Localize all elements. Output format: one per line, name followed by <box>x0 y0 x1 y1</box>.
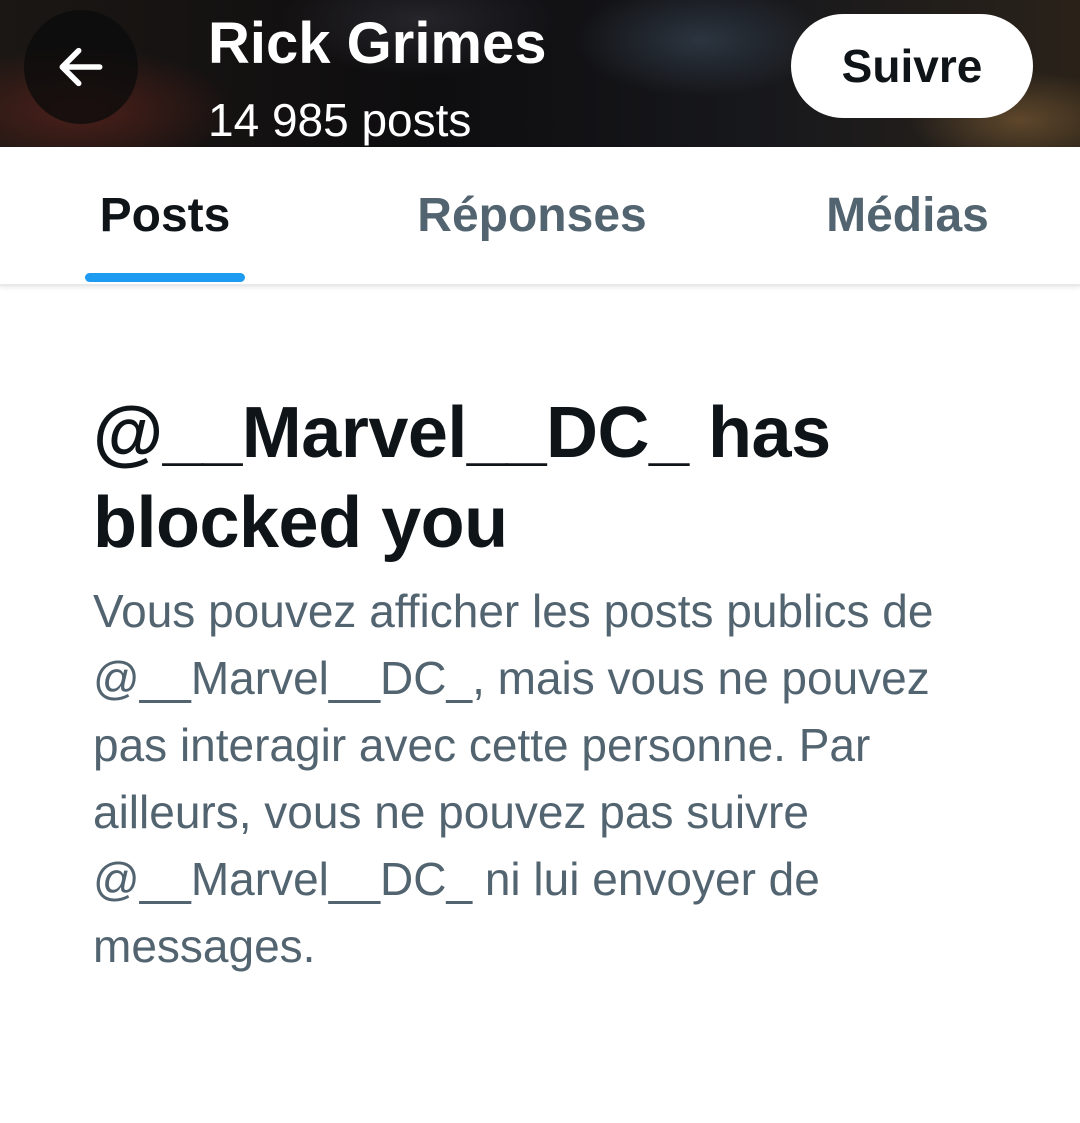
arrow-left-icon <box>59 47 103 87</box>
active-tab-indicator <box>85 273 245 282</box>
tab-posts[interactable]: Posts <box>70 147 260 284</box>
blocked-title: @__Marvel__DC_ has blocked you <box>93 393 831 563</box>
blocked-description: Vous pouvez afficher les posts publics d… <box>93 585 934 972</box>
blocked-notice: @__Marvel__DC_ has blocked you Vous pouv… <box>93 388 993 980</box>
profile-tabs: Posts Réponses Médias <box>0 147 1080 286</box>
follow-button[interactable]: Suivre <box>791 14 1033 118</box>
back-button[interactable] <box>24 10 138 124</box>
post-count: 14 985 posts <box>208 94 472 146</box>
profile-header: Rick Grimes 14 985 posts Suivre <box>0 0 1080 147</box>
tab-replies[interactable]: Réponses <box>392 147 672 284</box>
tab-media[interactable]: Médias <box>800 147 1015 284</box>
profile-name: Rick Grimes <box>208 11 547 76</box>
